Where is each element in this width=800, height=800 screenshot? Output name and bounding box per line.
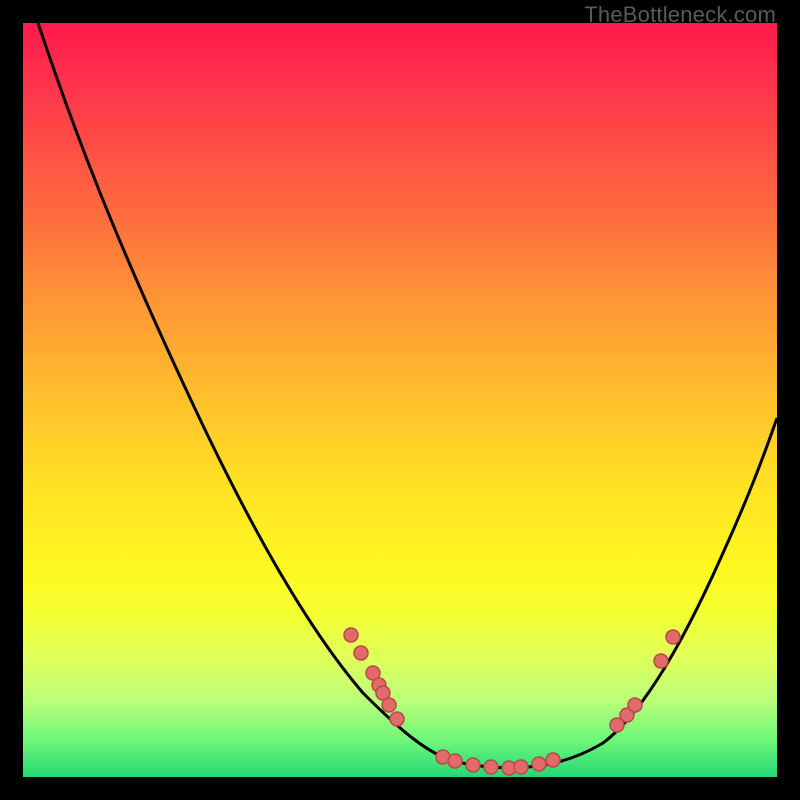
plot-area: [23, 23, 777, 777]
data-marker: [382, 698, 396, 712]
data-markers: [344, 628, 680, 775]
data-marker: [546, 753, 560, 767]
chart-frame: TheBottleneck.com: [0, 0, 800, 800]
data-marker: [344, 628, 358, 642]
data-marker: [628, 698, 642, 712]
data-marker: [666, 630, 680, 644]
data-marker: [390, 712, 404, 726]
data-marker: [466, 758, 480, 772]
data-marker: [514, 760, 528, 774]
chart-svg: [23, 23, 777, 777]
data-marker: [484, 760, 498, 774]
data-marker: [354, 646, 368, 660]
data-marker: [654, 654, 668, 668]
data-marker: [532, 757, 546, 771]
data-marker: [448, 754, 462, 768]
watermark-text: TheBottleneck.com: [584, 2, 776, 28]
